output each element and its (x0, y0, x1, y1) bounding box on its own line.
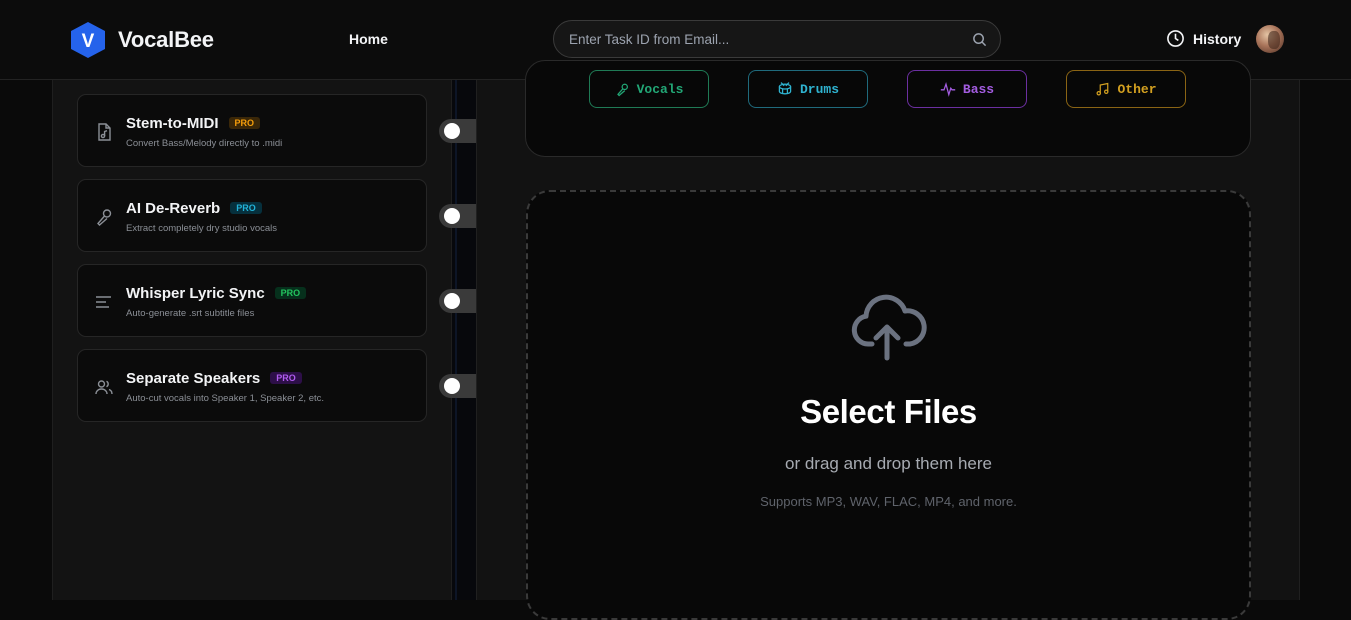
waveform-icon (940, 82, 956, 97)
feature-description: Extract completely dry studio vocals (126, 223, 278, 234)
feature-description: Auto-generate .srt subtitle files (126, 308, 255, 319)
drum-icon (778, 82, 792, 95)
feature-card-stem-to-midi: Stem-to-MIDI PRO Convert Bass/Melody dire… (77, 94, 488, 167)
user-avatar[interactable] (1256, 25, 1284, 53)
stem-label: Drums (799, 81, 839, 97)
toggle-knob (444, 123, 460, 139)
music-note-icon (1096, 82, 1109, 96)
logo-letter: V (82, 31, 95, 52)
history-button[interactable]: History (1166, 29, 1241, 48)
file-drop-zone[interactable]: Select Files or drag and drop them here … (526, 190, 1251, 620)
text-lines-icon (96, 296, 111, 308)
pro-badge: PRO (274, 287, 307, 299)
toggle-knob (444, 293, 460, 309)
feature-description: Auto-cut vocals into Speaker 1, Speaker … (126, 393, 325, 404)
stem-pill-vocals[interactable]: Vocals (589, 70, 709, 108)
toggle-knob (444, 378, 460, 394)
microphone-icon (97, 209, 112, 226)
music-file-icon (98, 123, 111, 141)
pro-badge: PRO (228, 117, 261, 129)
pro-badge: PRO (230, 202, 262, 214)
brand-logo[interactable]: V VocalBee (68, 21, 214, 59)
feature-title: Stem-to-MIDI (126, 115, 219, 132)
feature-description: Convert Bass/Melody directly to .midi (126, 138, 283, 149)
feature-card-ai-de-reverb: AI De-Reverb PRO Extract completely dry s… (77, 179, 488, 252)
feature-title: AI De-Reverb (126, 200, 221, 217)
feature-title: Separate Speakers (126, 370, 261, 387)
nav-home-link[interactable]: Home (349, 31, 388, 47)
toggle-knob (444, 208, 460, 224)
upload-subtitle: or drag and drop them here (785, 454, 992, 473)
clock-icon (1167, 30, 1184, 47)
supported-formats-note: Supports MP3, WAV, FLAC, MP4, and more. (760, 494, 1017, 509)
microphone-icon (616, 83, 628, 96)
stem-pill-other[interactable]: Other (1066, 70, 1186, 108)
hexagon-logo-icon: V (71, 22, 105, 58)
task-search-bar[interactable] (553, 20, 1001, 58)
stem-pill-drums[interactable]: Drums (748, 70, 868, 108)
search-icon[interactable] (972, 32, 987, 47)
pro-badge: PRO (270, 372, 302, 384)
stem-label: Vocals (636, 81, 684, 97)
task-id-input[interactable] (569, 21, 949, 57)
stem-label: Bass (962, 81, 995, 97)
brand-name: VocalBee (118, 27, 214, 52)
cloud-upload-icon (851, 294, 927, 361)
stem-label: Other (1117, 81, 1157, 97)
history-label: History (1193, 30, 1242, 47)
users-icon (95, 380, 113, 395)
feature-card-separate-speakers: Separate Speakers PRO Auto-cut vocals int… (77, 349, 488, 422)
feature-card-whisper-lyric-sync: Whisper Lyric Sync PRO Auto-generate .srt… (77, 264, 488, 337)
panel-divider (452, 80, 476, 600)
upload-title: Select Files (800, 393, 977, 430)
stem-pill-bass[interactable]: Bass (907, 70, 1027, 108)
feature-title: Whisper Lyric Sync (126, 285, 265, 302)
